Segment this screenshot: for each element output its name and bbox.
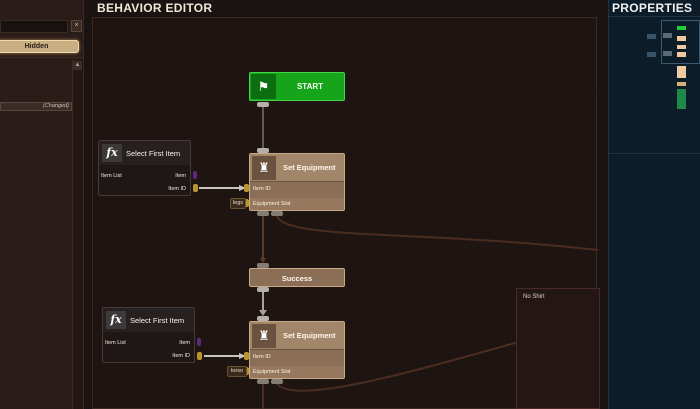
equip1-fail-port[interactable]: [271, 211, 283, 216]
minimap-node: [677, 89, 686, 109]
select-first-item-node-1[interactable]: fx Select First Item Item List Item Item…: [98, 140, 191, 196]
divider: [608, 16, 700, 17]
fx-item-port[interactable]: [193, 171, 197, 179]
start-output-port[interactable]: [257, 102, 269, 107]
minimap-node: [663, 51, 672, 56]
equip1-itemid-port[interactable]: [244, 184, 249, 192]
equip1-success-port[interactable]: [257, 211, 269, 216]
equip-slot-label: Equipment Slot: [253, 369, 291, 375]
fx-input-label: Item List: [101, 173, 122, 179]
flag-icon: ⚑: [251, 74, 276, 99]
armor-icon: ♜: [252, 324, 276, 348]
minimap-node: [677, 82, 686, 86]
equip2-success-port[interactable]: [257, 379, 269, 384]
divider: [608, 153, 700, 154]
select-first-item-node-2[interactable]: fx Select First Item Item List Item Item…: [102, 307, 195, 363]
no-shirt-group[interactable]: [516, 288, 600, 409]
equip-slot-label: Equipment Slot: [253, 201, 291, 207]
set-equipment-node-2[interactable]: ♜ Set Equipment Item ID Equipment Slot: [249, 321, 345, 379]
start-node-label: START: [296, 82, 324, 91]
minimap-node: [677, 66, 686, 78]
success-node-label: Success: [281, 274, 313, 283]
minimap-node: [663, 33, 672, 38]
failure-wire-1: [276, 215, 599, 251]
fx-output-itemid-label: Item ID: [168, 186, 186, 192]
no-shirt-label: No Shirt: [523, 294, 545, 300]
set-equipment-node-1[interactable]: ♜ Set Equipment Item ID Equipment Slot: [249, 153, 345, 211]
success-node[interactable]: Success: [249, 268, 345, 287]
equip2-itemid-port[interactable]: [244, 352, 249, 360]
function-icon: fx: [106, 311, 126, 329]
minimap-start: [677, 26, 686, 30]
fx-input-label: Item List: [105, 340, 126, 346]
fx-itemid-port[interactable]: [193, 184, 198, 192]
minimap-node: [677, 45, 686, 49]
success-output-port[interactable]: [257, 287, 269, 292]
equip-node-title: Set Equipment: [283, 331, 336, 340]
armor-icon: ♜: [252, 156, 276, 180]
minimap-node: [647, 52, 656, 57]
function-icon: fx: [102, 144, 122, 162]
equip-node-title: Set Equipment: [283, 163, 336, 172]
fx-output-itemid-label: Item ID: [172, 353, 190, 359]
minimap-node: [677, 52, 686, 57]
fx-node-title: Select First Item: [126, 149, 181, 158]
equip2-fail-port[interactable]: [271, 379, 283, 384]
fx-node-title: Select First Item: [130, 316, 185, 325]
fx-itemid-port[interactable]: [197, 352, 202, 360]
fx-item-port[interactable]: [197, 338, 201, 346]
fx-output-item-label: Item: [175, 173, 186, 179]
start-node[interactable]: ⚑ START: [249, 72, 345, 101]
equip-itemid-label: Item ID: [253, 354, 271, 360]
slot-value-tag[interactable]: torso: [227, 366, 247, 377]
minimap-node: [677, 36, 686, 41]
minimap-node: [647, 34, 656, 39]
fx-output-item-label: Item: [179, 340, 190, 346]
slot-value-tag[interactable]: legs: [230, 198, 246, 209]
equip-itemid-label: Item ID: [253, 186, 271, 192]
properties-title: PROPERTIES: [612, 1, 693, 15]
